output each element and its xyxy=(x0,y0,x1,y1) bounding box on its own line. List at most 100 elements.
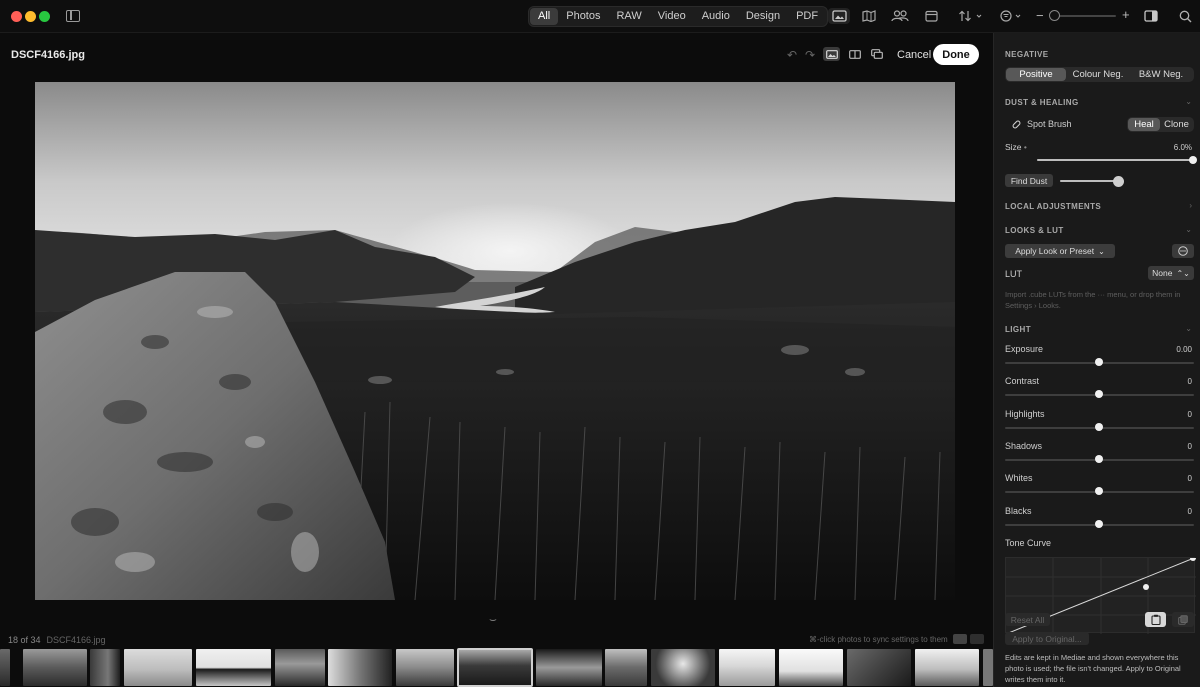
photo-frame-icon[interactable] xyxy=(828,8,850,24)
curve-point[interactable] xyxy=(1143,584,1149,590)
filter-raw[interactable]: RAW xyxy=(608,8,649,25)
lut-note: Import .cube LUTs from the ··· menu, or … xyxy=(1005,290,1181,310)
copy-settings-icon[interactable] xyxy=(1145,612,1166,627)
highlights-slider-knob[interactable] xyxy=(1095,423,1103,431)
lut-select[interactable]: None ⌃⌄ xyxy=(1148,266,1194,280)
tone-curve-label: Tone Curve xyxy=(1005,538,1052,548)
filmstrip-thumb[interactable] xyxy=(275,649,325,686)
filmstrip-thumb[interactable] xyxy=(779,649,843,686)
filmstrip-thumb[interactable] xyxy=(124,649,192,686)
inspector-toggle-icon[interactable] xyxy=(1143,8,1159,24)
curve-point[interactable] xyxy=(1190,555,1196,561)
zoom-slider-knob[interactable] xyxy=(1049,10,1060,21)
filmstrip-thumb[interactable] xyxy=(396,649,454,686)
exposure-value: 0.00 xyxy=(1176,345,1192,354)
chevron-down-icon[interactable]: ⌣ xyxy=(489,612,497,627)
contrast-slider-knob[interactable] xyxy=(1095,390,1103,398)
shadows-label: Shadows xyxy=(1005,441,1043,451)
filmstrip-thumb[interactable] xyxy=(536,649,602,686)
bandage-icon xyxy=(1011,119,1022,133)
filter-video[interactable]: Video xyxy=(650,8,694,25)
window-zoom-button[interactable] xyxy=(39,11,50,22)
compare-view-icon[interactable] xyxy=(868,47,885,61)
exposure-label: Exposure xyxy=(1005,344,1044,354)
window-close-button[interactable] xyxy=(11,11,22,22)
zoom-in-icon[interactable]: + xyxy=(1122,7,1130,22)
blacks-slider-knob[interactable] xyxy=(1095,520,1103,528)
whites-slider-knob[interactable] xyxy=(1095,487,1103,495)
spot-brush-label: Spot Brush xyxy=(1027,119,1072,129)
chevron-down-icon[interactable]: ⌄ xyxy=(1185,225,1192,234)
filter-menu-icon[interactable] xyxy=(999,8,1025,24)
filter-audio[interactable]: Audio xyxy=(694,8,738,25)
find-dust-slider-knob[interactable] xyxy=(1113,176,1124,187)
section-dust-title: DUST & HEALING xyxy=(1005,98,1079,107)
negative-option-colour[interactable]: Colour Neg. xyxy=(1066,68,1130,81)
more-options-icon[interactable] xyxy=(1172,244,1194,258)
filmstrip-thumb[interactable] xyxy=(847,649,911,686)
undo-icon[interactable]: ↶ xyxy=(787,48,797,62)
chevron-down-icon: ⌄ xyxy=(1098,246,1105,256)
filmstrip-thumb[interactable] xyxy=(983,649,993,686)
map-icon[interactable] xyxy=(861,8,877,24)
filmstrip-thumb[interactable] xyxy=(0,649,10,686)
sort-icon[interactable] xyxy=(957,8,985,24)
filmstrip-filename: DSCF4166.jpg xyxy=(46,635,106,645)
filmstrip-thumb[interactable] xyxy=(651,649,715,686)
find-dust-button[interactable]: Find Dust xyxy=(1005,174,1053,187)
shadows-value: 0 xyxy=(1187,442,1192,451)
split-view-icon[interactable] xyxy=(846,47,863,61)
filmstrip-thumb[interactable] xyxy=(605,649,647,686)
calendar-icon[interactable] xyxy=(923,8,939,24)
reset-all-button[interactable]: Reset All xyxy=(1005,613,1050,626)
size-slider-knob[interactable] xyxy=(1189,156,1197,164)
apply-to-original-button[interactable]: Apply to Original... xyxy=(1005,632,1089,645)
window-minimize-button[interactable] xyxy=(25,11,36,22)
shadows-slider-knob[interactable] xyxy=(1095,455,1103,463)
cancel-button[interactable]: Cancel xyxy=(897,49,931,61)
editor-filename: DSCF4166.jpg xyxy=(11,49,85,61)
negative-option-positive[interactable]: Positive xyxy=(1006,68,1066,81)
lut-value: None xyxy=(1152,268,1173,278)
sync-hint: ⌘-click photos to sync settings to them xyxy=(809,635,948,644)
section-local-adjustments-title: LOCAL ADJUSTMENTS xyxy=(1005,202,1102,211)
footer-note: Edits are kept in Mediae and shown every… xyxy=(1005,653,1181,684)
filmstrip-thumb[interactable] xyxy=(196,649,271,686)
filmstrip-thumb[interactable] xyxy=(915,649,979,686)
chevron-down-icon[interactable]: ⌄ xyxy=(1185,97,1192,106)
zoom-out-icon[interactable]: − xyxy=(1036,8,1044,23)
filmstrip-thumb[interactable] xyxy=(719,649,775,686)
redo-icon[interactable]: ↷ xyxy=(805,48,815,62)
size-label: Size • xyxy=(1005,142,1027,152)
paste-settings-icon[interactable] xyxy=(1172,612,1194,627)
apply-look-button[interactable]: Apply Look or Preset ⌄ xyxy=(1005,244,1115,258)
people-icon[interactable] xyxy=(890,8,910,24)
filter-design[interactable]: Design xyxy=(738,8,788,25)
single-view-icon[interactable] xyxy=(823,47,840,61)
mode-heal[interactable]: Heal xyxy=(1128,118,1160,131)
photo-canvas[interactable] xyxy=(35,82,955,600)
filmstrip-position: 18 of 34 xyxy=(8,635,41,645)
contrast-value: 0 xyxy=(1187,377,1192,386)
search-icon[interactable] xyxy=(1177,8,1193,24)
filmstrip-thumb[interactable] xyxy=(23,649,87,686)
chevron-right-icon[interactable]: › xyxy=(1189,201,1192,210)
filmstrip-thumb[interactable] xyxy=(90,649,120,686)
filter-all[interactable]: All xyxy=(530,8,559,25)
section-looks-title: LOOKS & LUT xyxy=(1005,226,1064,235)
filmstrip-strip-mode-icon[interactable] xyxy=(970,634,984,644)
highlights-label: Highlights xyxy=(1005,409,1045,419)
mode-clone[interactable]: Clone xyxy=(1160,118,1193,131)
filmstrip-thumb-selected[interactable] xyxy=(457,648,533,687)
whites-value: 0 xyxy=(1187,474,1192,483)
filmstrip-photo-mode-icon[interactable] xyxy=(953,634,967,644)
filter-pdf[interactable]: PDF xyxy=(788,8,826,25)
lut-label: LUT xyxy=(1005,269,1023,279)
negative-option-bw[interactable]: B&W Neg. xyxy=(1130,68,1192,81)
sidebar-toggle-icon[interactable] xyxy=(66,10,80,22)
exposure-slider-knob[interactable] xyxy=(1095,358,1103,366)
done-button[interactable]: Done xyxy=(933,44,979,65)
filmstrip-thumb[interactable] xyxy=(328,649,392,686)
chevron-down-icon[interactable]: ⌄ xyxy=(1185,324,1192,333)
filter-photos[interactable]: Photos xyxy=(558,8,608,25)
